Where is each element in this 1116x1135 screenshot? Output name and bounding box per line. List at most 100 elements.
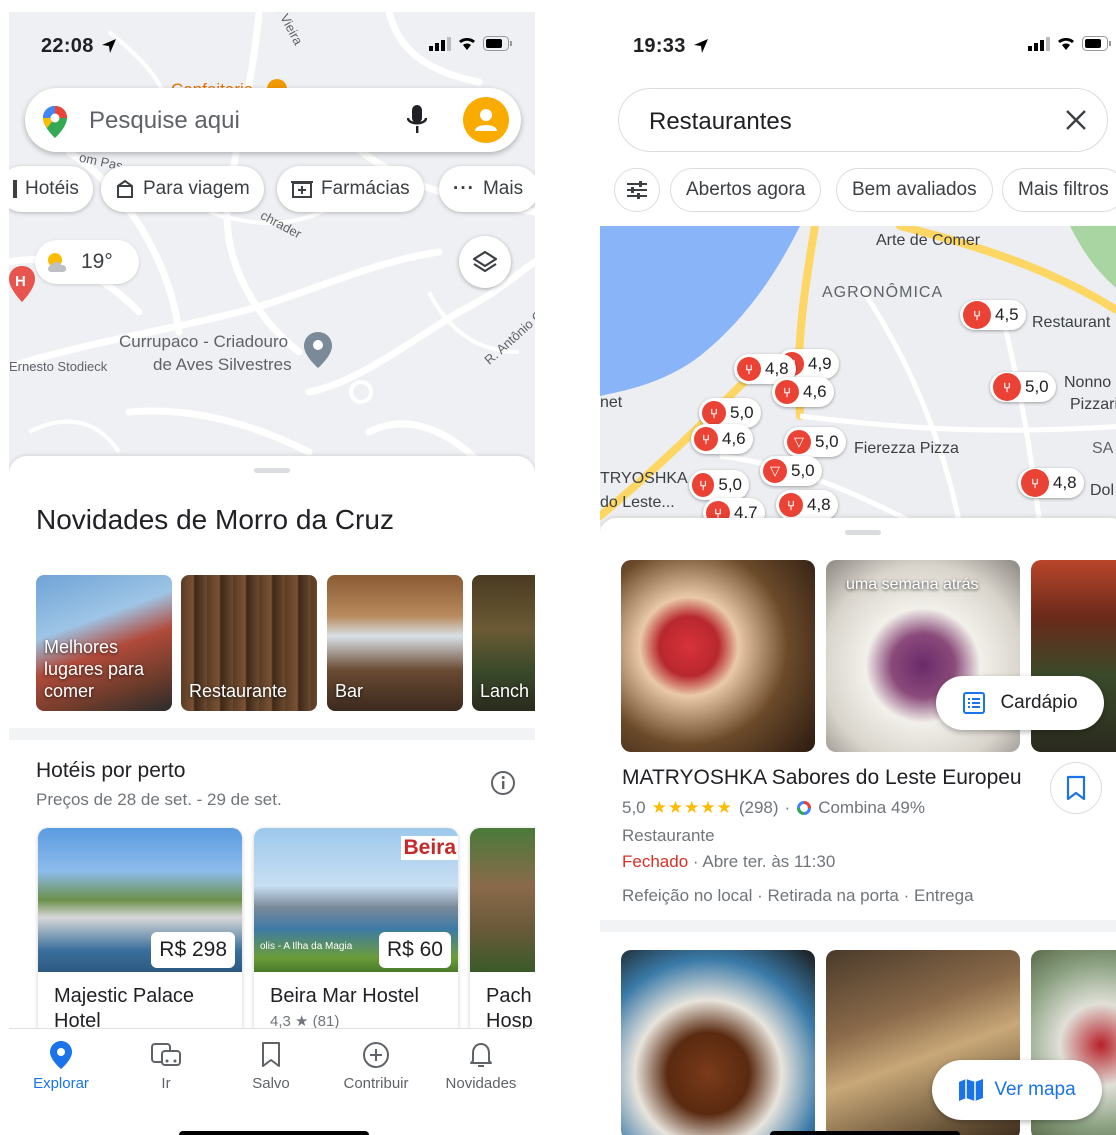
close-icon[interactable] bbox=[1063, 107, 1089, 133]
chip-hotels[interactable]: Hotéis bbox=[9, 166, 93, 212]
chip-takeout[interactable]: Para viagem bbox=[101, 166, 264, 212]
map-pin-icon[interactable] bbox=[304, 332, 332, 368]
hotel-price: R$ 298 bbox=[151, 932, 235, 968]
wifi-icon bbox=[1058, 38, 1074, 50]
chip-pharmacies[interactable]: Farmácias bbox=[277, 166, 424, 212]
nav-saved[interactable]: Salvo bbox=[221, 1041, 321, 1093]
filter-open-now[interactable]: Abertos agora bbox=[670, 168, 822, 212]
battery-icon bbox=[483, 36, 512, 51]
home-indicator[interactable] bbox=[179, 1131, 369, 1135]
explore-pin-icon bbox=[50, 1041, 72, 1069]
chip-label: Hotéis bbox=[25, 178, 79, 199]
layers-button[interactable] bbox=[459, 236, 511, 288]
map-label[interactable]: Restaurant bbox=[1032, 314, 1110, 332]
hotel-pin-icon[interactable]: H bbox=[9, 266, 35, 302]
nav-label: Explorar bbox=[33, 1075, 89, 1092]
filter-more[interactable]: Mais filtros bbox=[1002, 168, 1116, 212]
search-bar[interactable]: Restaurantes bbox=[618, 88, 1108, 152]
pin-rating: 5,0 bbox=[730, 403, 754, 422]
filter-top-rated[interactable]: Bem avaliados bbox=[836, 168, 993, 212]
map-label[interactable]: do Leste... bbox=[600, 494, 675, 512]
restaurant-pin[interactable]: ⑂ 4,5 bbox=[960, 300, 1026, 330]
battery-icon bbox=[1082, 36, 1111, 51]
map-label[interactable]: Dol bbox=[1090, 482, 1114, 500]
results-sheet[interactable]: uma semana atrás Cardápio MATRYOSHKA Sab… bbox=[600, 518, 1116, 1135]
hotel-card[interactable]: R$ 298 Majestic Palace Hotel bbox=[38, 828, 242, 1038]
category-chips: Hotéis Para viagem Farmácias ··· Mais bbox=[9, 166, 535, 212]
sheet-title: Novidades de Morro da Cruz bbox=[36, 504, 394, 535]
map-label[interactable]: Arte de Comer bbox=[876, 232, 980, 250]
filter-settings-button[interactable] bbox=[614, 168, 660, 212]
nav-contribute[interactable]: Contribuir bbox=[326, 1041, 426, 1093]
sheet-drag-handle[interactable] bbox=[254, 468, 290, 473]
search-bar[interactable]: Pesquise aqui bbox=[25, 88, 521, 152]
pin-rating: 5,0 bbox=[1025, 377, 1049, 396]
bookmark-icon bbox=[1066, 775, 1086, 801]
person-icon bbox=[475, 109, 497, 131]
restaurant-pin[interactable]: ⑂ 5,0 bbox=[990, 372, 1056, 402]
restaurant-pin[interactable]: ▽ 5,0 bbox=[784, 427, 846, 457]
restaurant-pin[interactable]: ⑂ 5,0 bbox=[689, 470, 749, 500]
account-avatar[interactable] bbox=[463, 97, 509, 143]
menu-button[interactable]: Cardápio bbox=[936, 676, 1104, 730]
sheet-drag-handle[interactable] bbox=[845, 530, 881, 535]
nav-go[interactable]: Ir bbox=[116, 1041, 216, 1093]
status-indicators bbox=[1028, 36, 1112, 51]
category-card-bar[interactable]: Bar bbox=[327, 575, 463, 711]
review-count[interactable]: (298) bbox=[739, 798, 779, 818]
restaurant-pin[interactable]: ⑂ 4,8 bbox=[1018, 468, 1084, 498]
restaurant-pin[interactable]: ▽ 5,0 bbox=[760, 456, 822, 486]
status-bar: 19:33 bbox=[600, 12, 1116, 82]
map-label[interactable]: Nonno bbox=[1064, 374, 1111, 392]
category-card-restaurant[interactable]: Restaurante bbox=[181, 575, 317, 711]
pin-rating: 5,0 bbox=[718, 475, 742, 494]
map-label[interactable]: TRYOSHKA bbox=[600, 470, 688, 488]
map-label[interactable]: Fierezza Pizza bbox=[854, 440, 959, 458]
search-query[interactable]: Restaurantes bbox=[649, 108, 792, 136]
place-rating-row: 5,0 ★★★★★ (298) · Combina 49% bbox=[622, 798, 925, 818]
search-header: 19:33 Restaurantes Abertos agora Bem ava… bbox=[600, 12, 1116, 226]
hotel-card[interactable]: Beira olis - A Ilha da Magia R$ 60 Beira… bbox=[254, 828, 458, 1038]
map-poi-label[interactable]: Currupaco - Criadouro bbox=[119, 332, 288, 352]
results-map[interactable]: Arte de Comer AGRONÔMICA Restaurant Nonn… bbox=[600, 226, 1116, 526]
restaurant-pin[interactable]: ⑂ 4,6 bbox=[772, 377, 834, 407]
nav-explore[interactable]: Explorar bbox=[11, 1041, 111, 1093]
chip-label: Farmácias bbox=[321, 178, 410, 199]
pin-rating: 4,5 bbox=[995, 305, 1019, 324]
place-photo[interactable] bbox=[621, 950, 815, 1135]
view-map-button[interactable]: Ver mapa bbox=[932, 1060, 1102, 1120]
sliders-icon bbox=[627, 181, 647, 199]
map-label: net bbox=[600, 394, 623, 411]
map-label[interactable]: Pizzari bbox=[1070, 396, 1116, 414]
microphone-icon[interactable] bbox=[407, 105, 427, 135]
hotel-card[interactable]: Pach Hosp bbox=[470, 828, 535, 1038]
info-icon[interactable] bbox=[490, 770, 516, 796]
category-card-best-places[interactable]: Melhores lugares para comer bbox=[36, 575, 172, 711]
search-placeholder[interactable]: Pesquise aqui bbox=[89, 107, 240, 135]
svg-text:H: H bbox=[15, 273, 26, 290]
commute-icon bbox=[151, 1043, 181, 1066]
hotels-date-range: Preços de 28 de set. - 29 de set. bbox=[36, 790, 282, 809]
place-photo[interactable] bbox=[621, 560, 815, 752]
layers-icon bbox=[472, 250, 498, 273]
place-name[interactable]: MATRYOSHKA Sabores do Leste Europeu bbox=[622, 766, 1022, 790]
status-bar: 22:08 bbox=[9, 12, 535, 82]
place-open-status: Fechado · Abre ter. às 11:30 bbox=[622, 852, 835, 872]
home-indicator[interactable] bbox=[770, 1131, 960, 1135]
category-card-snack[interactable]: Lanch bbox=[472, 575, 535, 711]
restaurant-pin[interactable]: ⑂ 4,6 bbox=[691, 424, 753, 454]
nav-updates[interactable]: Novidades bbox=[431, 1041, 531, 1093]
save-button[interactable] bbox=[1050, 762, 1102, 814]
map-street-label: Ernesto Stodieck bbox=[9, 359, 108, 374]
pin-rating: 4,8 bbox=[1053, 473, 1077, 492]
section-divider bbox=[600, 920, 1116, 932]
signal-icon bbox=[429, 36, 451, 51]
hotels-section-title: Hotéis por perto bbox=[36, 759, 186, 782]
map-poi-label[interactable]: de Aves Silvestres bbox=[153, 355, 292, 375]
hotel-sign-text: Beira bbox=[401, 836, 458, 860]
chip-more[interactable]: ··· Mais bbox=[439, 166, 535, 212]
chip-label: Para viagem bbox=[143, 178, 250, 199]
restaurant-pin[interactable]: ⑂ 4,8 bbox=[776, 490, 838, 520]
status-closed: Fechado bbox=[622, 852, 689, 871]
weather-badge[interactable]: 19° bbox=[35, 240, 139, 284]
